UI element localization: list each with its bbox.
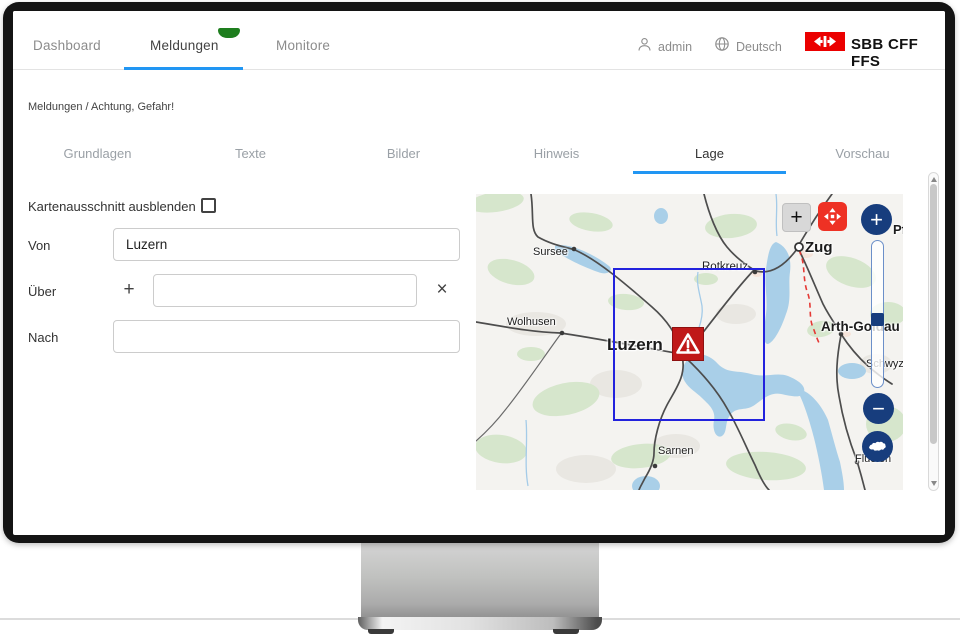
user-name[interactable]: admin xyxy=(658,40,692,54)
monitor-stand xyxy=(361,543,599,619)
map-label-wolhusen: Wolhusen xyxy=(507,316,556,328)
monitor-foot-left xyxy=(368,629,394,634)
nav-item-meldungen[interactable]: Meldungen xyxy=(150,38,219,53)
hide-map-label: Kartenausschnitt ausblenden xyxy=(28,199,196,214)
sbb-logo-icon xyxy=(805,32,845,51)
active-tab-underline xyxy=(633,171,786,174)
ueber-input[interactable] xyxy=(153,274,417,307)
brand-text: SBB CFF FFS xyxy=(851,36,945,70)
tab-texte[interactable]: Texte xyxy=(174,141,327,174)
add-via-button[interactable]: + xyxy=(119,280,139,300)
nav-item-dashboard[interactable]: Dashboard xyxy=(33,38,101,53)
monitor-bezel: Dashboard Meldungen Monitore admin Deuts… xyxy=(3,2,955,543)
globe-icon xyxy=(714,36,730,52)
zoom-out-button[interactable]: − xyxy=(863,393,894,424)
map-label-pfaeffikon-clipped: Pf xyxy=(893,222,903,237)
tab-hinweis[interactable]: Hinweis xyxy=(480,141,633,174)
von-input[interactable] xyxy=(113,228,460,261)
map-label-zug: Zug xyxy=(805,239,833,256)
zoom-slider[interactable] xyxy=(871,240,884,388)
map-label-arth-goldau: Arth-Goldau xyxy=(821,319,900,334)
language-selector[interactable]: Deutsch xyxy=(736,40,782,54)
tab-bilder[interactable]: Bilder xyxy=(327,141,480,174)
scrollbar-thumb[interactable] xyxy=(930,184,937,444)
von-label: Von xyxy=(28,238,50,253)
switzerland-extent-icon xyxy=(868,440,887,453)
page: Dashboard Meldungen Monitore admin Deuts… xyxy=(0,0,960,638)
content-scrollbar[interactable] xyxy=(928,172,939,491)
nach-label: Nach xyxy=(28,330,58,345)
map-label-sursee: Sursee xyxy=(533,246,568,258)
ueber-label: Über xyxy=(28,284,56,299)
tab-vorschau[interactable]: Vorschau xyxy=(786,141,939,174)
nach-input[interactable] xyxy=(113,320,460,353)
nav-item-monitore[interactable]: Monitore xyxy=(276,38,330,53)
tab-grundlagen[interactable]: Grundlagen xyxy=(21,141,174,174)
map-expand-button[interactable]: + xyxy=(782,203,811,232)
zoom-slider-handle[interactable] xyxy=(871,313,884,326)
switzerland-extent-button[interactable] xyxy=(862,431,893,462)
clear-via-button[interactable]: × xyxy=(432,280,452,300)
monitor-foot-right xyxy=(553,629,579,634)
tab-bar: Grundlagen Texte Bilder Hinweis Lage Vor… xyxy=(21,141,939,174)
map-label-sarnen: Sarnen xyxy=(658,445,693,457)
user-icon xyxy=(637,37,652,52)
warning-triangle-marker[interactable] xyxy=(672,327,704,361)
top-navbar: Dashboard Meldungen Monitore admin Deuts… xyxy=(13,11,945,70)
scroll-up-icon[interactable] xyxy=(931,177,937,182)
scroll-down-icon[interactable] xyxy=(931,481,937,486)
screen: Dashboard Meldungen Monitore admin Deuts… xyxy=(13,11,945,535)
tab-lage[interactable]: Lage xyxy=(633,141,786,174)
active-nav-underline xyxy=(124,67,243,70)
pan-move-icon xyxy=(824,208,841,225)
map-canvas[interactable]: Sursee Wolhusen Rotkreuz Zug Pf Luzern A… xyxy=(476,194,903,490)
hide-map-checkbox[interactable] xyxy=(201,198,216,213)
breadcrumb: Meldungen / Achtung, Gefahr! xyxy=(28,101,174,113)
pan-move-button[interactable] xyxy=(818,202,847,231)
notification-badge-icon xyxy=(218,28,240,38)
zoom-in-button[interactable]: + xyxy=(861,204,892,235)
